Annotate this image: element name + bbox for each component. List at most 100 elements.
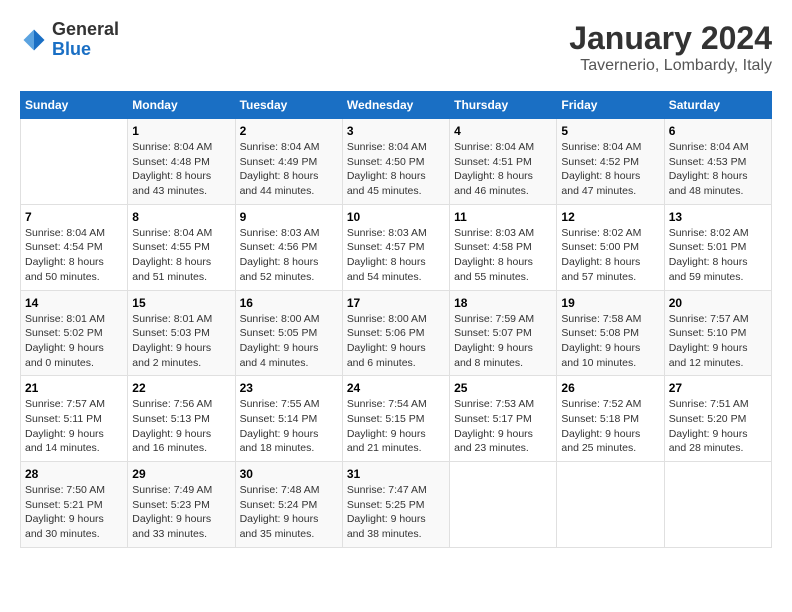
- day-info: Sunrise: 8:04 AMSunset: 4:52 PMDaylight:…: [561, 141, 641, 197]
- day-info: Sunrise: 8:00 AMSunset: 5:05 PMDaylight:…: [240, 313, 320, 369]
- title-block: January 2024 Tavernerio, Lombardy, Italy: [569, 20, 772, 75]
- calendar-cell: 13 Sunrise: 8:02 AMSunset: 5:01 PMDayligh…: [664, 204, 771, 290]
- day-info: Sunrise: 7:55 AMSunset: 5:14 PMDaylight:…: [240, 398, 320, 454]
- calendar-cell: 24 Sunrise: 7:54 AMSunset: 5:15 PMDayligh…: [342, 376, 449, 462]
- logo-text: General Blue: [52, 20, 119, 60]
- day-info: Sunrise: 8:04 AMSunset: 4:51 PMDaylight:…: [454, 141, 534, 197]
- day-info: Sunrise: 8:03 AMSunset: 4:58 PMDaylight:…: [454, 227, 534, 283]
- calendar-cell: [664, 462, 771, 548]
- day-info: Sunrise: 7:48 AMSunset: 5:24 PMDaylight:…: [240, 484, 320, 540]
- calendar-cell: 4Sunrise: 8:04 AMSunset: 4:51 PMDaylight…: [450, 119, 557, 205]
- calendar-cell: 3 Sunrise: 8:04 AMSunset: 4:50 PMDaylight…: [342, 119, 449, 205]
- week-row-1: 1Sunrise: 8:04 AMSunset: 4:48 PMDaylight…: [21, 119, 772, 205]
- calendar-cell: 2 Sunrise: 8:04 AMSunset: 4:49 PMDaylight…: [235, 119, 342, 205]
- calendar-cell: 11 Sunrise: 8:03 AMSunset: 4:58 PMDayligh…: [450, 204, 557, 290]
- day-number: 5: [561, 124, 659, 138]
- calendar-cell: 17Sunrise: 8:00 AMSunset: 5:06 PMDayligh…: [342, 290, 449, 376]
- calendar-cell: [450, 462, 557, 548]
- logo: General Blue: [20, 20, 119, 60]
- calendar-cell: 21Sunrise: 7:57 AMSunset: 5:11 PMDayligh…: [21, 376, 128, 462]
- day-info: Sunrise: 8:02 AMSunset: 5:00 PMDaylight:…: [561, 227, 641, 283]
- main-title: January 2024: [569, 20, 772, 57]
- calendar-cell: 31Sunrise: 7:47 AMSunset: 5:25 PMDayligh…: [342, 462, 449, 548]
- calendar-cell: 18Sunrise: 7:59 AMSunset: 5:07 PMDayligh…: [450, 290, 557, 376]
- day-number: 25: [454, 381, 552, 395]
- day-number: 15: [132, 296, 230, 310]
- day-number: 29: [132, 467, 230, 481]
- day-info: Sunrise: 7:47 AMSunset: 5:25 PMDaylight:…: [347, 484, 427, 540]
- day-number: 2: [240, 124, 338, 138]
- day-number: 16: [240, 296, 338, 310]
- day-number: 21: [25, 381, 123, 395]
- day-info: Sunrise: 7:51 AMSunset: 5:20 PMDaylight:…: [669, 398, 749, 454]
- calendar-cell: 6 Sunrise: 8:04 AMSunset: 4:53 PMDaylight…: [664, 119, 771, 205]
- calendar-cell: 5 Sunrise: 8:04 AMSunset: 4:52 PMDaylight…: [557, 119, 664, 205]
- weekday-header-tuesday: Tuesday: [235, 92, 342, 119]
- day-info: Sunrise: 8:04 AMSunset: 4:49 PMDaylight:…: [240, 141, 320, 197]
- calendar-cell: 28 Sunrise: 7:50 AMSunset: 5:21 PMDayligh…: [21, 462, 128, 548]
- day-number: 30: [240, 467, 338, 481]
- week-row-4: 21Sunrise: 7:57 AMSunset: 5:11 PMDayligh…: [21, 376, 772, 462]
- day-info: Sunrise: 8:04 AMSunset: 4:53 PMDaylight:…: [669, 141, 749, 197]
- day-number: 11: [454, 210, 552, 224]
- day-number: 23: [240, 381, 338, 395]
- day-number: 8: [132, 210, 230, 224]
- week-row-5: 28 Sunrise: 7:50 AMSunset: 5:21 PMDayligh…: [21, 462, 772, 548]
- day-number: 6: [669, 124, 767, 138]
- day-number: 14: [25, 296, 123, 310]
- day-number: 13: [669, 210, 767, 224]
- day-number: 28: [25, 467, 123, 481]
- day-number: 9: [240, 210, 338, 224]
- calendar-cell: 22 Sunrise: 7:56 AMSunset: 5:13 PMDayligh…: [128, 376, 235, 462]
- page-header: General Blue January 2024 Tavernerio, Lo…: [20, 20, 772, 75]
- calendar-body: 1Sunrise: 8:04 AMSunset: 4:48 PMDaylight…: [21, 119, 772, 548]
- calendar-cell: 29 Sunrise: 7:49 AMSunset: 5:23 PMDayligh…: [128, 462, 235, 548]
- day-info: Sunrise: 7:56 AMSunset: 5:13 PMDaylight:…: [132, 398, 212, 454]
- weekday-header-friday: Friday: [557, 92, 664, 119]
- calendar-cell: 10Sunrise: 8:03 AMSunset: 4:57 PMDayligh…: [342, 204, 449, 290]
- calendar-cell: 30 Sunrise: 7:48 AMSunset: 5:24 PMDayligh…: [235, 462, 342, 548]
- calendar-table: SundayMondayTuesdayWednesdayThursdayFrid…: [20, 91, 772, 548]
- day-info: Sunrise: 7:49 AMSunset: 5:23 PMDaylight:…: [132, 484, 212, 540]
- day-number: 12: [561, 210, 659, 224]
- calendar-cell: 14 Sunrise: 8:01 AMSunset: 5:02 PMDayligh…: [21, 290, 128, 376]
- calendar-cell: 19 Sunrise: 7:58 AMSunset: 5:08 PMDayligh…: [557, 290, 664, 376]
- logo-general: General: [52, 19, 119, 39]
- day-info: Sunrise: 7:58 AMSunset: 5:08 PMDaylight:…: [561, 313, 641, 369]
- calendar-cell: 7Sunrise: 8:04 AMSunset: 4:54 PMDaylight…: [21, 204, 128, 290]
- calendar-cell: 23 Sunrise: 7:55 AMSunset: 5:14 PMDayligh…: [235, 376, 342, 462]
- day-info: Sunrise: 7:53 AMSunset: 5:17 PMDaylight:…: [454, 398, 534, 454]
- day-number: 22: [132, 381, 230, 395]
- day-number: 19: [561, 296, 659, 310]
- day-number: 20: [669, 296, 767, 310]
- subtitle: Tavernerio, Lombardy, Italy: [569, 57, 772, 75]
- day-number: 24: [347, 381, 445, 395]
- day-number: 27: [669, 381, 767, 395]
- logo-icon: [20, 26, 48, 54]
- weekday-header-row: SundayMondayTuesdayWednesdayThursdayFrid…: [21, 92, 772, 119]
- calendar-cell: 15 Sunrise: 8:01 AMSunset: 5:03 PMDayligh…: [128, 290, 235, 376]
- day-info: Sunrise: 8:03 AMSunset: 4:57 PMDaylight:…: [347, 227, 427, 283]
- day-info: Sunrise: 7:54 AMSunset: 5:15 PMDaylight:…: [347, 398, 427, 454]
- weekday-header-monday: Monday: [128, 92, 235, 119]
- day-info: Sunrise: 8:01 AMSunset: 5:03 PMDaylight:…: [132, 313, 212, 369]
- calendar-cell: 12 Sunrise: 8:02 AMSunset: 5:00 PMDayligh…: [557, 204, 664, 290]
- weekday-header-thursday: Thursday: [450, 92, 557, 119]
- day-info: Sunrise: 8:04 AMSunset: 4:50 PMDaylight:…: [347, 141, 427, 197]
- calendar-cell: [21, 119, 128, 205]
- day-info: Sunrise: 7:50 AMSunset: 5:21 PMDaylight:…: [25, 484, 105, 540]
- calendar-cell: 20Sunrise: 7:57 AMSunset: 5:10 PMDayligh…: [664, 290, 771, 376]
- day-info: Sunrise: 8:01 AMSunset: 5:02 PMDaylight:…: [25, 313, 105, 369]
- day-info: Sunrise: 8:02 AMSunset: 5:01 PMDaylight:…: [669, 227, 749, 283]
- day-number: 18: [454, 296, 552, 310]
- week-row-2: 7Sunrise: 8:04 AMSunset: 4:54 PMDaylight…: [21, 204, 772, 290]
- day-number: 7: [25, 210, 123, 224]
- day-info: Sunrise: 8:04 AMSunset: 4:48 PMDaylight:…: [132, 141, 212, 197]
- day-info: Sunrise: 8:03 AMSunset: 4:56 PMDaylight:…: [240, 227, 320, 283]
- day-info: Sunrise: 7:52 AMSunset: 5:18 PMDaylight:…: [561, 398, 641, 454]
- weekday-header-wednesday: Wednesday: [342, 92, 449, 119]
- day-number: 3: [347, 124, 445, 138]
- calendar-cell: [557, 462, 664, 548]
- day-info: Sunrise: 8:04 AMSunset: 4:55 PMDaylight:…: [132, 227, 212, 283]
- logo-blue: Blue: [52, 39, 91, 59]
